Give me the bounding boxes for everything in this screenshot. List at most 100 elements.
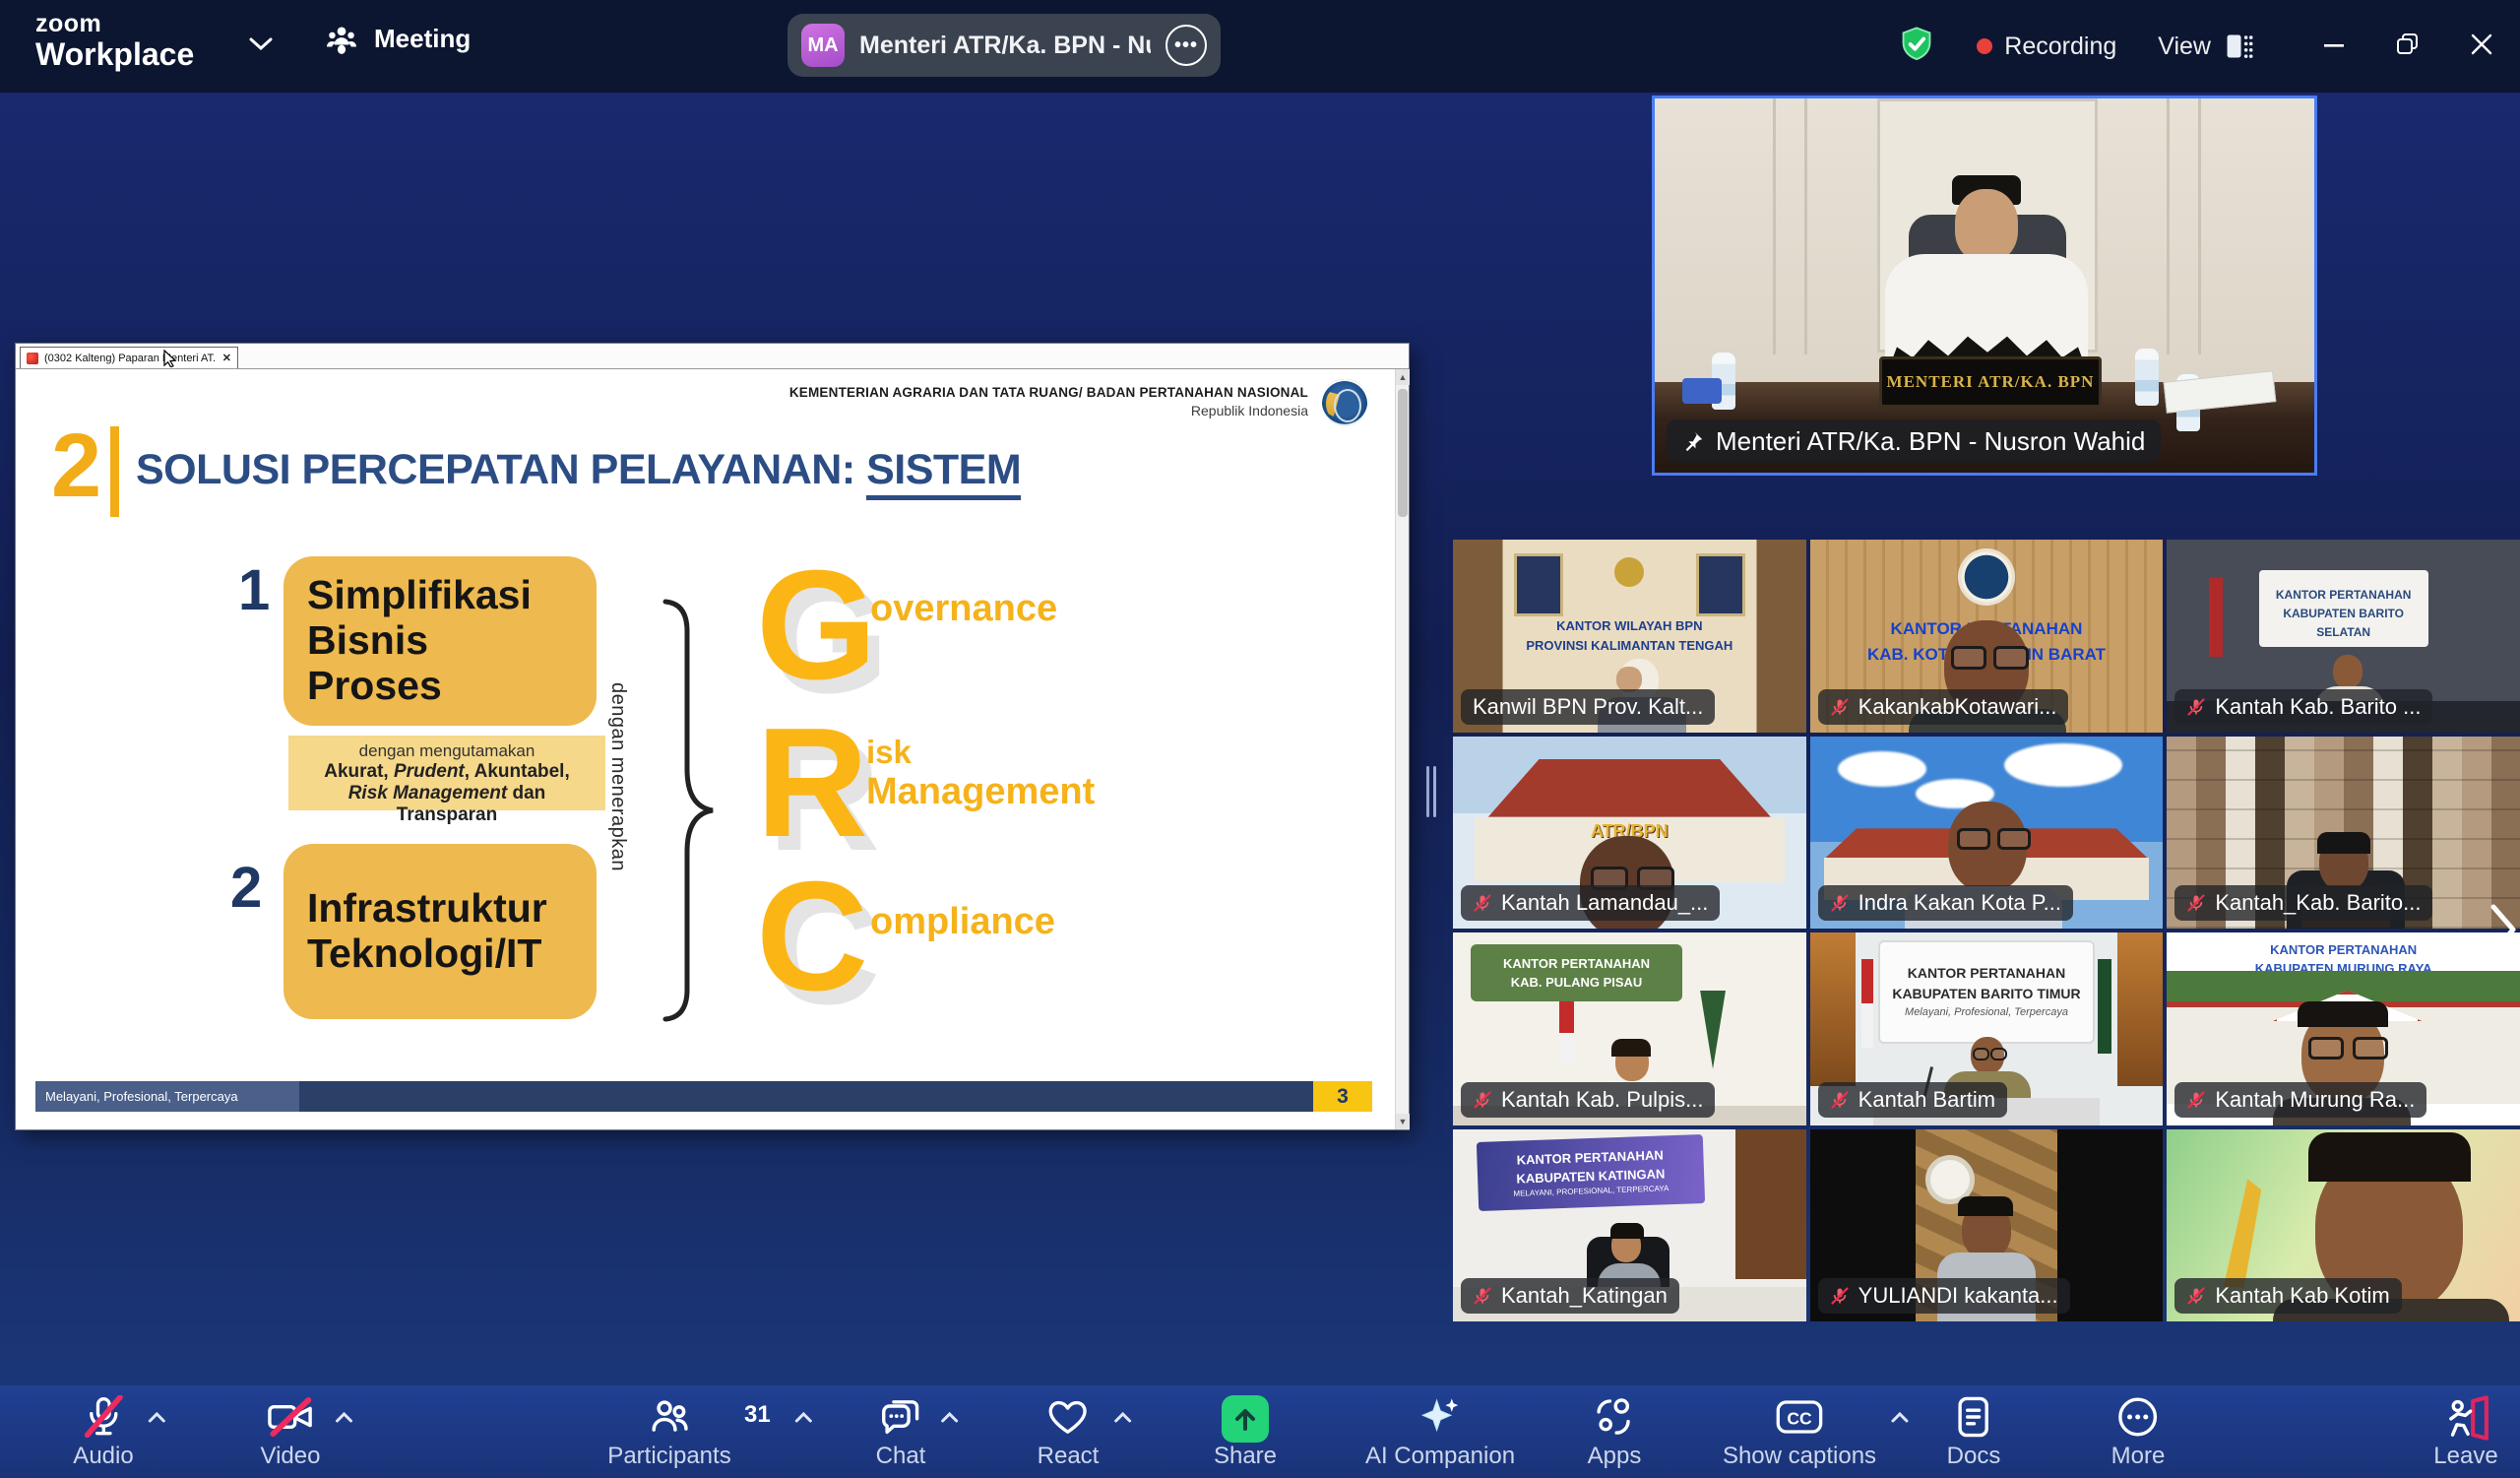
meeting-title: Menteri ATR/Ka. BPN - Nusron W <box>859 32 1151 60</box>
participant-tile[interactable]: KANTOR PERTANAHANKABUPATEN BARITO TIMUR … <box>1810 932 2164 1125</box>
security-shield-icon[interactable] <box>1898 26 1935 68</box>
docs-button[interactable]: Docs <box>1947 1395 2001 1470</box>
people-icon <box>325 25 358 54</box>
point2-number: 2 <box>230 860 262 917</box>
participant-nametag: Kantah Murung Ra... <box>2174 1082 2426 1118</box>
slide-section-number: 2 <box>51 420 101 511</box>
restore-window-icon[interactable] <box>2394 31 2422 63</box>
mic-muted-icon <box>1830 893 1850 913</box>
participant-nametag: Kantah_Kab. Barito... <box>2174 885 2432 921</box>
mouse-cursor <box>163 350 177 372</box>
participant-count: 31 <box>744 1401 771 1429</box>
active-speaker-video[interactable]: MENTERI ATR/KA. BPN Menteri ATR/Ka. BPN … <box>1652 96 2317 476</box>
video-off-icon <box>267 1395 314 1439</box>
apps-button[interactable]: Apps <box>1588 1395 1642 1470</box>
grc-word-governance: overnance <box>870 588 1057 630</box>
mic-muted-icon <box>1473 1090 1492 1110</box>
slide-canvas: KEMENTERIAN AGRARIA DAN TATA RUANG/ BADA… <box>16 369 1395 1129</box>
apps-icon <box>1593 1395 1636 1439</box>
ministry-header-line2: Republik Indonesia <box>1191 403 1308 418</box>
grc-letter-r: R <box>756 720 868 848</box>
logo-workplace-text: Workplace <box>35 38 194 70</box>
scroll-down-icon[interactable]: ▼ <box>1396 1114 1410 1129</box>
chat-button[interactable]: Chat <box>876 1395 926 1470</box>
react-options-chevron[interactable] <box>1112 1411 1132 1429</box>
mic-muted-icon <box>1830 1090 1850 1110</box>
speaker-nametag: Menteri ATR/Ka. BPN - Nusron Wahid <box>1667 419 2161 463</box>
meeting-toolbar: Audio Video 31 <box>0 1385 2520 1478</box>
active-meeting-pill[interactable]: MA Menteri ATR/Ka. BPN - Nusron W ••• <box>788 14 1221 77</box>
slide-footer-motto: Melayani, Profesional, Terpercaya <box>35 1081 299 1112</box>
view-label: View <box>2158 32 2211 61</box>
point1-box: Simplifikasi Bisnis Proses <box>284 556 597 726</box>
participant-tile[interactable]: KANTOR PERTANAHANKABUPATEN BARITO SELATA… <box>2167 540 2520 733</box>
participant-tile[interactable]: YULIANDI kakanta... <box>1810 1129 2164 1322</box>
participant-tile[interactable]: KANTOR PERTANAHANKAB. PULANG PISAU Kanta… <box>1453 932 1806 1125</box>
mic-muted-icon <box>84 1395 123 1439</box>
close-icon[interactable] <box>2469 32 2494 62</box>
title-bar: zoom Workplace Meeting MA Menteri ATR/Ka… <box>0 0 2520 93</box>
view-button[interactable]: View <box>2158 32 2254 61</box>
participant-tile[interactable]: ATR/BPN Indra Kakan Kota P... <box>1810 737 2164 930</box>
video-options-chevron[interactable] <box>334 1411 353 1429</box>
participant-nametag: YULIANDI kakanta... <box>1818 1278 2070 1314</box>
participant-nametag: Kantah_Katingan <box>1461 1278 1679 1314</box>
audio-button[interactable]: Audio <box>73 1395 133 1470</box>
chat-options-chevron[interactable] <box>939 1411 959 1429</box>
slide-scrollbar[interactable]: ▲ ▼ <box>1395 369 1409 1129</box>
react-button[interactable]: React <box>1038 1395 1100 1470</box>
participant-nametag: Kanwil BPN Prov. Kalt... <box>1461 689 1715 725</box>
point2-box: Infrastruktur Teknologi/IT <box>284 844 597 1019</box>
participants-button[interactable]: 31 Participants <box>607 1395 730 1470</box>
more-button[interactable]: More <box>2111 1395 2166 1470</box>
svg-text:CC: CC <box>1787 1409 1812 1429</box>
grc-letter-g: G <box>756 562 877 690</box>
audio-options-chevron[interactable] <box>148 1411 167 1429</box>
mic-muted-icon <box>1830 1286 1850 1306</box>
leave-icon <box>2442 1395 2489 1441</box>
share-button[interactable]: Share <box>1214 1395 1277 1470</box>
participant-tile[interactable]: Kantah_Kab. Barito... <box>2167 737 2520 930</box>
recording-dot-icon <box>1977 38 1992 54</box>
panel-resize-handle[interactable] <box>1424 766 1438 817</box>
speaker-face <box>1955 189 2018 262</box>
document-tab-bar: (0302 Kalteng) Paparan Menteri AT... ✕ <box>16 344 1409 369</box>
captions-options-chevron[interactable] <box>1890 1411 1910 1429</box>
ai-companion-button[interactable]: AI Companion <box>1365 1395 1515 1470</box>
document-tab[interactable]: (0302 Kalteng) Paparan Menteri AT... ✕ <box>20 347 238 368</box>
view-layout-icon <box>2223 32 2254 60</box>
participant-tile[interactable]: KANTOR PERTANAHANKABUPATEN MURUNG RAYA K… <box>2167 932 2520 1125</box>
grc-word-compliance: ompliance <box>870 901 1055 943</box>
chevron-down-icon[interactable] <box>248 35 274 56</box>
scrollbar-thumb[interactable] <box>1398 389 1408 517</box>
participants-options-chevron[interactable] <box>794 1411 814 1429</box>
participant-tile[interactable]: KANTOR PERTANAHANKABUPATEN KATINGAN MELA… <box>1453 1129 1806 1322</box>
meeting-options-icon[interactable]: ••• <box>1166 25 1207 66</box>
grc-word-management: Management <box>866 771 1095 813</box>
tab-meeting[interactable]: Meeting <box>325 24 471 54</box>
leave-button[interactable]: Leave <box>2433 1395 2497 1470</box>
heart-icon <box>1046 1395 1090 1439</box>
captions-icon: CC <box>1775 1395 1824 1439</box>
mic-muted-icon <box>2186 1286 2206 1306</box>
title-accent-bar <box>110 426 119 517</box>
participant-tile[interactable]: KANTOR WILAYAH BPNPROVINSI KALIMANTAN TE… <box>1453 540 1806 733</box>
participant-tile[interactable]: Kantah Kab Kotim <box>2167 1129 2520 1322</box>
mic-muted-icon <box>2186 697 2206 717</box>
participant-tile[interactable]: ATR/BPN Kantah Lamandau_... <box>1453 737 1806 930</box>
participant-nametag: Indra Kakan Kota P... <box>1818 885 2073 921</box>
logo-zoom-text: zoom <box>35 12 194 36</box>
participant-tile[interactable]: KANTOR PERTANAHANKAB. KOTAWARINGIN BARAT… <box>1810 540 2164 733</box>
video-button[interactable]: Video <box>261 1395 321 1470</box>
scroll-up-icon[interactable]: ▲ <box>1396 369 1410 385</box>
mic-muted-icon <box>1473 893 1492 913</box>
recording-indicator[interactable]: Recording <box>1977 32 2116 61</box>
zoom-meeting-window: zoom Workplace Meeting MA Menteri ATR/Ka… <box>0 0 2520 1478</box>
show-captions-button[interactable]: CC Show captions <box>1723 1395 1876 1470</box>
minimize-icon[interactable] <box>2321 32 2347 62</box>
mic-muted-icon <box>1473 1286 1492 1306</box>
zoom-workplace-logo: zoom Workplace <box>35 12 194 70</box>
tab-close-icon[interactable]: ✕ <box>222 352 231 364</box>
shared-screen-window[interactable]: (0302 Kalteng) Paparan Menteri AT... ✕ K… <box>16 344 1409 1129</box>
next-page-chevron-icon[interactable] <box>2488 902 2518 962</box>
